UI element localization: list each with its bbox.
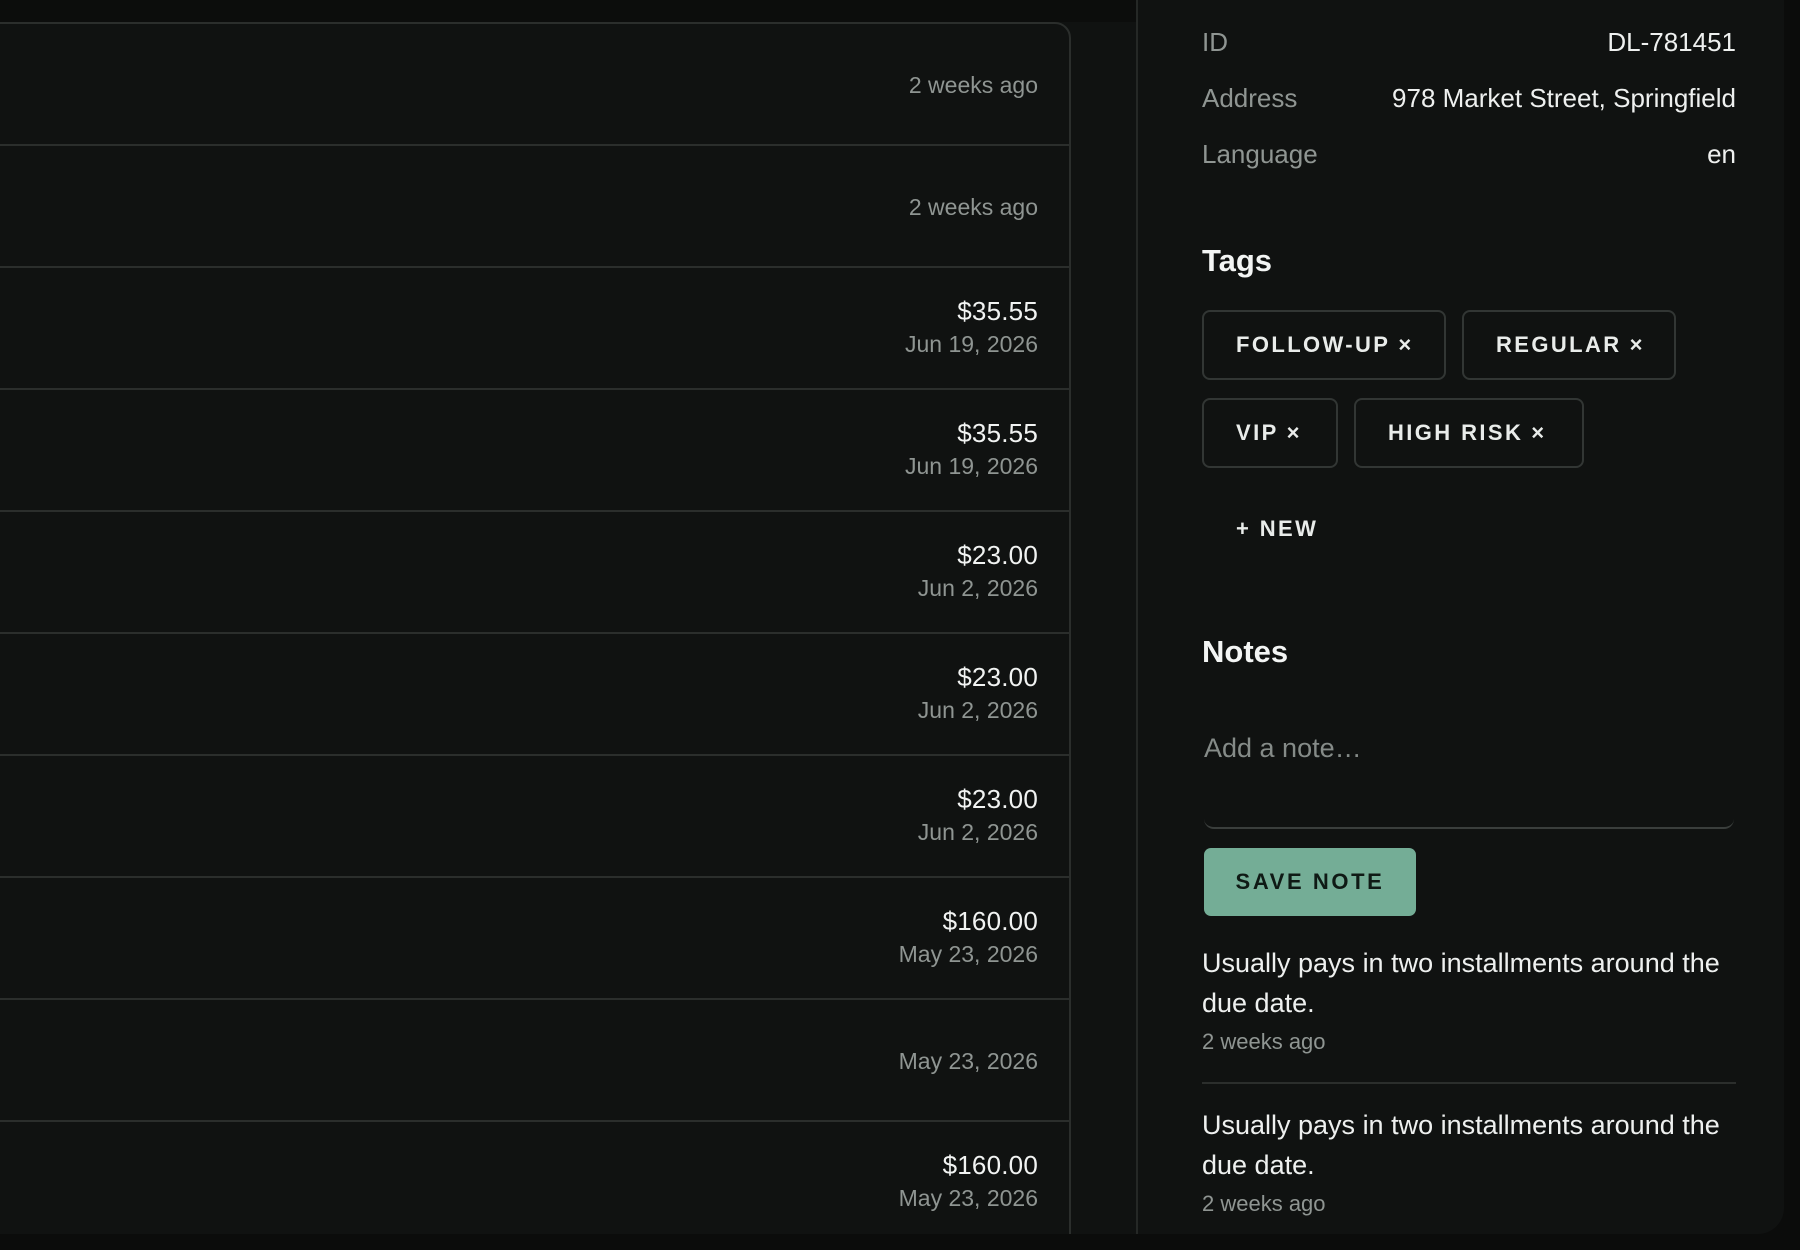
remove-tag-icon[interactable]: × (1630, 332, 1643, 357)
activity-row[interactable]: $160.00 May 23, 2026 (0, 878, 1071, 1000)
note-text: Usually pays in two installments around … (1202, 948, 1720, 1018)
tag-chip-follow-up[interactable]: FOLLOW-UP × (1202, 310, 1446, 380)
detail-key: Address (1202, 83, 1298, 113)
note-time: 2 weeks ago (1202, 1191, 1326, 1216)
tag-label: FOLLOW-UP (1236, 332, 1391, 357)
activity-date: Jun 2, 2026 (917, 697, 1038, 723)
activity-date: Jun 19, 2026 (904, 453, 1038, 479)
remove-tag-icon[interactable]: × (1287, 420, 1300, 445)
top-strip (0, 0, 1136, 22)
detail-field-address: Address 978 Market Street, Springfield (1202, 83, 1736, 117)
activity-list: 2 weeks ago 2 weeks ago $35.55 Jun 19, 2… (0, 22, 1071, 1234)
note-separator (1202, 1082, 1736, 1084)
tags-heading: Tags (1202, 243, 1273, 278)
activity-amount: $35.55 (957, 296, 1038, 326)
activity-date: May 23, 2026 (898, 1185, 1038, 1211)
tag-label: HIGH RISK (1388, 420, 1524, 445)
detail-value: DL-781451 (1607, 27, 1736, 57)
note-time: 2 weeks ago (1202, 1029, 1326, 1054)
detail-value: en (1707, 139, 1736, 169)
activity-row[interactable]: $23.00 Jun 2, 2026 (0, 512, 1071, 634)
activity-date: May 23, 2026 (898, 1048, 1038, 1074)
notes-heading: Notes (1202, 634, 1289, 669)
remove-tag-icon[interactable]: × (1531, 420, 1544, 445)
activity-amount: $160.00 (942, 906, 1038, 936)
activity-date: Jun 2, 2026 (917, 575, 1038, 601)
tag-label: REGULAR (1496, 332, 1622, 357)
detail-key: ID (1202, 27, 1228, 57)
activity-amount: $35.55 (957, 418, 1038, 448)
activity-row[interactable]: $35.55 Jun 19, 2026 (0, 390, 1071, 512)
tag-chip-vip[interactable]: VIP × (1202, 398, 1338, 468)
activity-date: May 23, 2026 (898, 941, 1038, 967)
activity-row[interactable]: $23.00 Jun 2, 2026 (0, 756, 1071, 878)
tag-label: VIP (1236, 420, 1279, 445)
note-input[interactable] (1204, 705, 1734, 829)
activity-amount: $23.00 (957, 662, 1038, 692)
activity-row[interactable]: 2 weeks ago (0, 146, 1071, 268)
new-tag-button[interactable]: + NEW (1236, 516, 1318, 542)
activity-row[interactable]: $160.00 May 23, 2026 (0, 1122, 1071, 1234)
note-item: Usually pays in two installments around … (1202, 943, 1736, 1055)
activity-row[interactable]: 2 weeks ago (0, 24, 1071, 146)
remove-tag-icon[interactable]: × (1398, 332, 1411, 357)
note-item: Usually pays in two installments around … (1202, 1105, 1736, 1217)
activity-amount: $23.00 (957, 784, 1038, 814)
activity-date: Jun 2, 2026 (917, 819, 1038, 845)
tag-chip-regular[interactable]: REGULAR × (1462, 310, 1676, 380)
panel-divider (1136, 0, 1138, 1234)
activity-date: 2 weeks ago (908, 194, 1038, 220)
detail-field-language: Language en (1202, 139, 1736, 173)
detail-key: Language (1202, 139, 1318, 169)
activity-amount: $23.00 (957, 540, 1038, 570)
activity-date: Jun 19, 2026 (904, 331, 1038, 357)
activity-row[interactable]: $35.55 Jun 19, 2026 (0, 268, 1071, 390)
activity-amount: $160.00 (942, 1150, 1038, 1180)
activity-date: 2 weeks ago (908, 72, 1038, 98)
note-text: Usually pays in two installments around … (1202, 1110, 1720, 1180)
activity-row[interactable]: May 23, 2026 (0, 1000, 1071, 1122)
app-window: 2 weeks ago 2 weeks ago $35.55 Jun 19, 2… (0, 0, 1784, 1234)
detail-value: 978 Market Street, Springfield (1392, 83, 1736, 113)
detail-field-id: ID DL-781451 (1202, 27, 1736, 61)
tag-chip-high-risk[interactable]: HIGH RISK × (1354, 398, 1584, 468)
save-note-button[interactable]: SAVE NOTE (1204, 848, 1416, 916)
activity-row[interactable]: $23.00 Jun 2, 2026 (0, 634, 1071, 756)
